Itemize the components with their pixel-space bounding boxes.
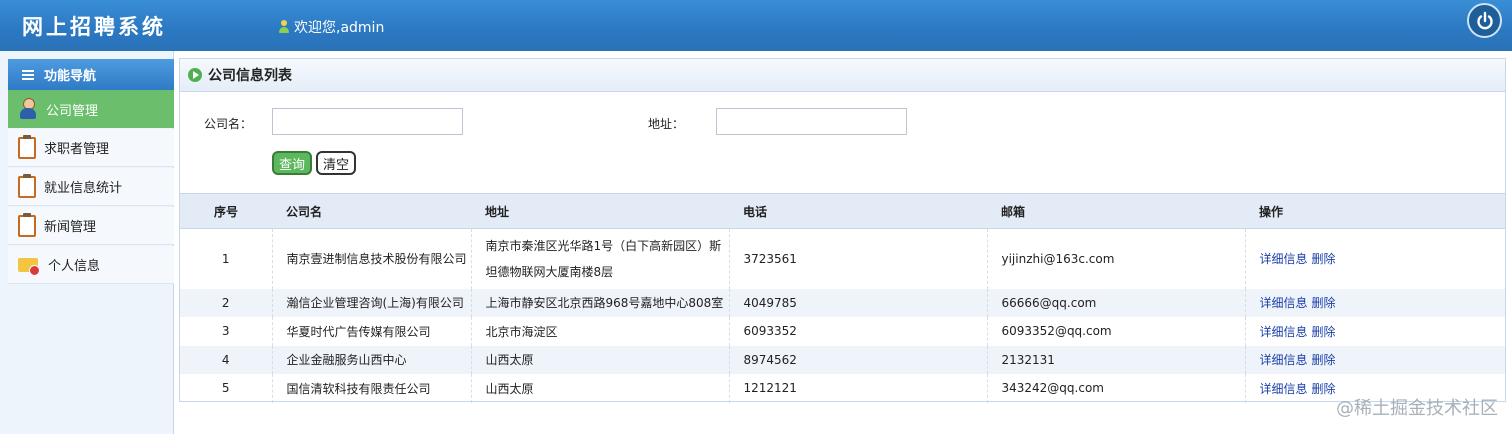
column-header: 公司名 xyxy=(286,204,323,219)
detail-link[interactable]: 详细信息 xyxy=(1260,353,1308,367)
company-name-input[interactable] xyxy=(272,108,463,135)
company-email: yijinzhi@163c.com xyxy=(986,228,1245,289)
company-name: 华夏时代广告传媒有限公司 xyxy=(271,317,471,346)
person-icon xyxy=(18,98,38,120)
company-phone: 8974562 xyxy=(728,345,987,374)
main-panel: 公司信息列表 公司名： 地址： 查询 清空 序号 公司名 地址 电话 邮箱 操作 xyxy=(179,58,1506,403)
row-number: 5 xyxy=(221,381,230,396)
page-title: 公司信息列表 xyxy=(208,68,292,84)
panel-header: 公司信息列表 xyxy=(180,59,1505,92)
company-address: 山西太原 xyxy=(470,345,729,374)
address-text: 南京市秦淮区光华路1号（白下高新园区）斯坦德物联网大厦南楼8层 xyxy=(485,238,722,279)
search-form: 公司名： 地址： 查询 清空 xyxy=(180,92,1505,193)
app-title: 网上招聘系统 xyxy=(22,14,166,39)
sidebar-item-label: 求职者管理 xyxy=(44,142,110,157)
company-address: 山西太原 xyxy=(470,374,729,403)
table-row: 2 瀚信企业管理咨询(上海)有限公司 上海市静安区北京西路968号嘉地中心808… xyxy=(180,288,1505,317)
sidebar: 功能导航 公司管理 求职者管理 就业信息统计 新闻管理 个人信息 xyxy=(0,51,174,434)
delete-link[interactable]: 删除 xyxy=(1312,353,1336,367)
sidebar-item-news[interactable]: 新闻管理 xyxy=(8,207,174,245)
logout-button[interactable] xyxy=(1467,3,1502,38)
sidebar-title: 功能导航 xyxy=(8,59,174,90)
watermark: @稀土掘金技术社区 xyxy=(1336,398,1498,419)
company-email: 66666@qq.com xyxy=(986,288,1245,317)
delete-link[interactable]: 删除 xyxy=(1312,296,1336,310)
company-phone: 1212121 xyxy=(728,374,987,403)
top-header: 网上招聘系统 欢迎您,admin xyxy=(0,0,1512,51)
table-row: 4 企业金融服务山西中心 山西太原 8974562 2132131 详细信息 删除 xyxy=(180,345,1505,374)
company-email: 6093352@qq.com xyxy=(986,317,1245,346)
user-icon xyxy=(278,20,290,34)
company-address: 上海市静安区北京西路968号嘉地中心808室 xyxy=(470,288,729,317)
company-address: 北京市海淀区 xyxy=(470,317,729,346)
company-name: 瀚信企业管理咨询(上海)有限公司 xyxy=(271,288,471,317)
row-actions: 详细信息 删除 xyxy=(1244,345,1505,374)
company-name: 国信清软科技有限责任公司 xyxy=(271,374,471,403)
company-phone: 4049785 xyxy=(728,288,987,317)
detail-link[interactable]: 详细信息 xyxy=(1260,325,1308,339)
table-row: 5 国信清软科技有限责任公司 山西太原 1212121 343242@qq.co… xyxy=(180,374,1505,403)
company-email: 2132131 xyxy=(986,345,1245,374)
row-actions: 详细信息 删除 xyxy=(1244,317,1505,346)
detail-link[interactable]: 详细信息 xyxy=(1260,252,1308,266)
clipboard-icon xyxy=(18,134,36,159)
company-table: 序号 公司名 地址 电话 邮箱 操作 1 南京壹进制信息技术股份有限公司 南京市… xyxy=(180,193,1505,403)
sidebar-item-label: 公司管理 xyxy=(46,103,99,119)
company-name: 南京壹进制信息技术股份有限公司 xyxy=(271,228,471,289)
company-address: 南京市秦淮区光华路1号（白下高新园区）斯坦德物联网大厦南楼8层 xyxy=(470,228,729,289)
company-name: 企业金融服务山西中心 xyxy=(271,345,471,374)
play-icon xyxy=(188,68,202,82)
address-input[interactable] xyxy=(716,108,907,135)
delete-link[interactable]: 删除 xyxy=(1312,325,1336,339)
delete-link[interactable]: 删除 xyxy=(1312,382,1336,396)
address-label: 地址： xyxy=(648,117,685,131)
company-name-label: 公司名： xyxy=(204,117,253,131)
company-email: 343242@qq.com xyxy=(986,374,1245,403)
row-number: 1 xyxy=(221,251,230,266)
company-phone: 3723561 xyxy=(728,228,987,289)
sidebar-item-label: 个人信息 xyxy=(48,259,101,274)
query-button[interactable]: 查询 xyxy=(272,151,313,175)
welcome-text: 欢迎您,admin xyxy=(294,20,385,36)
sidebar-item-label: 就业信息统计 xyxy=(44,181,123,196)
row-number: 2 xyxy=(221,295,230,310)
row-actions: 详细信息 删除 xyxy=(1244,228,1505,289)
sidebar-item-company[interactable]: 公司管理 xyxy=(8,90,174,128)
table-row: 3 华夏时代广告传媒有限公司 北京市海淀区 6093352 6093352@qq… xyxy=(180,317,1505,346)
detail-link[interactable]: 详细信息 xyxy=(1260,296,1308,310)
sidebar-title-text: 功能导航 xyxy=(44,69,97,84)
sidebar-item-employment-stats[interactable]: 就业信息统计 xyxy=(8,168,174,206)
column-header: 邮箱 xyxy=(1001,204,1026,219)
row-number: 4 xyxy=(221,352,230,367)
power-icon xyxy=(1476,11,1493,29)
column-header: 操作 xyxy=(1259,204,1284,219)
column-header: 地址 xyxy=(485,204,510,219)
detail-link[interactable]: 详细信息 xyxy=(1260,382,1308,396)
table-row: 1 南京壹进制信息技术股份有限公司 南京市秦淮区光华路1号（白下高新园区）斯坦德… xyxy=(180,228,1505,289)
column-header: 电话 xyxy=(743,204,768,219)
clipboard-icon xyxy=(18,212,36,237)
column-header: 序号 xyxy=(213,204,238,219)
sidebar-item-profile[interactable]: 个人信息 xyxy=(8,246,174,284)
row-number: 3 xyxy=(221,324,230,339)
clipboard-icon xyxy=(18,173,36,198)
row-actions: 详细信息 删除 xyxy=(1244,288,1505,317)
folder-user-icon xyxy=(18,256,40,276)
welcome-area: 欢迎您,admin xyxy=(278,17,384,37)
sidebar-item-jobseekers[interactable]: 求职者管理 xyxy=(8,129,174,167)
list-icon xyxy=(22,69,34,80)
table-header-row: 序号 公司名 地址 电话 邮箱 操作 xyxy=(180,193,1505,229)
delete-link[interactable]: 删除 xyxy=(1312,252,1336,266)
clear-button[interactable]: 清空 xyxy=(316,151,357,175)
sidebar-item-label: 新闻管理 xyxy=(44,220,97,235)
company-phone: 6093352 xyxy=(728,317,987,346)
